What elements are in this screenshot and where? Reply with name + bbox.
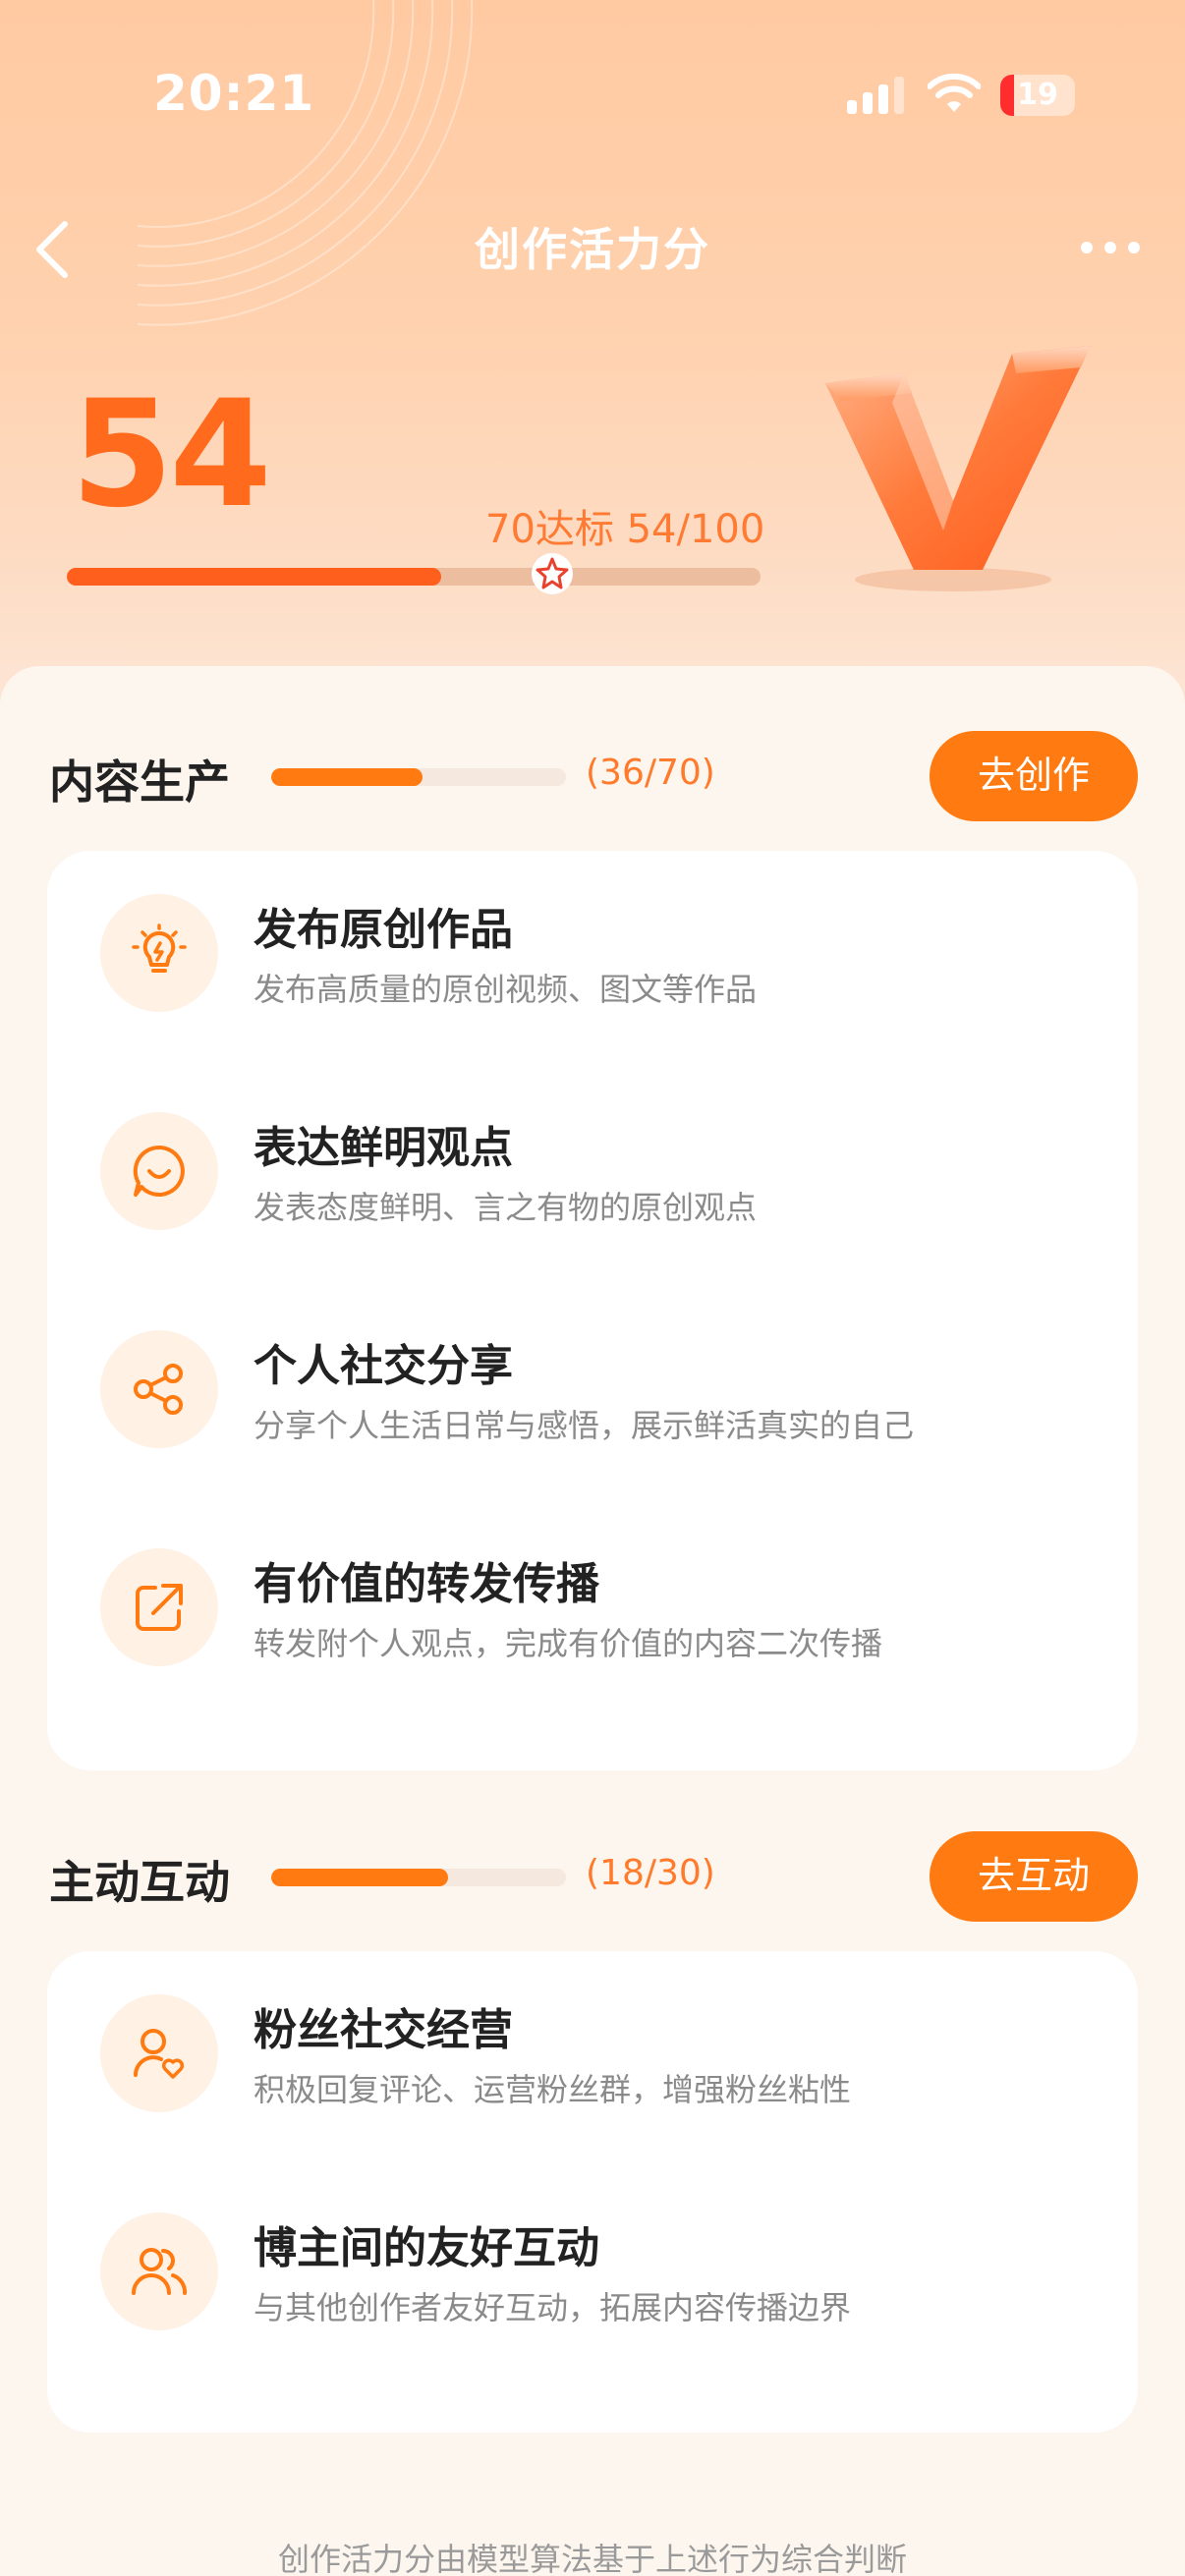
section-title: 内容生产 [49,756,230,809]
status-bar: 20:21 19 [0,0,1185,196]
section-progress-fill [271,1869,448,1886]
page-title: 创作活力分 [475,223,710,276]
score-progress-fill [67,568,442,586]
share-icon [100,1330,218,1448]
vitality-score: 54 [71,369,272,540]
item-description: 与其他创作者友好互动，拓展内容传播边界 [254,2289,852,2326]
forward-icon [100,1548,218,1666]
item-title: 有价值的转发传播 [254,1559,599,1609]
status-time: 20:21 [153,65,315,122]
list-item: 个人社交分享 分享个人生活日常与感悟，展示鲜活真实的自己 [47,1287,1138,1484]
item-title: 表达鲜明观点 [254,1123,513,1173]
smile-chat-icon [100,1112,218,1230]
section-header-content-production: 内容生产 (36/70) 去创作 [0,727,1185,825]
footer-note: 创作活力分由模型算法基于上述行为综合判断 [277,2541,907,2576]
user-heart-icon [100,1994,218,2112]
users-icon [100,2212,218,2330]
active-interaction-card: 粉丝社交经营 积极回复评论、运营粉丝群，增强粉丝粘性 博主间的友好互动 与其他创… [47,1951,1138,2433]
cellular-signal-icon [847,77,904,114]
section-title: 主动互动 [49,1856,230,1909]
battery-indicator: 19 [1000,75,1075,116]
item-description: 发表态度鲜明、言之有物的原创观点 [254,1189,758,1226]
list-item: 发布原创作品 发布高质量的原创视频、图文等作品 [47,851,1138,1047]
score-progress-bar [67,568,761,586]
list-item: 粉丝社交经营 积极回复评论、运营粉丝群，增强粉丝粘性 [47,1951,1138,2148]
lightbulb-icon [100,894,218,1012]
item-title: 个人社交分享 [254,1341,513,1391]
item-description: 分享个人生活日常与感悟，展示鲜活真实的自己 [254,1407,915,1444]
item-title: 粉丝社交经营 [254,2005,513,2055]
goal-star-icon [532,553,574,594]
go-interact-button[interactable]: 去互动 [930,1831,1138,1922]
go-create-button[interactable]: 去创作 [930,731,1138,821]
item-description: 转发附个人观点，完成有价值的内容二次传播 [254,1625,883,1662]
item-title: 博主间的友好互动 [254,2223,599,2273]
list-item: 有价值的转发传播 转发附个人观点，完成有价值的内容二次传播 [47,1505,1138,1702]
section-count: (36/70) [586,753,715,793]
item-description: 积极回复评论、运营粉丝群，增强粉丝粘性 [254,2071,852,2108]
section-header-active-interaction: 主动互动 (18/30) 去互动 [0,1827,1185,1926]
wifi-icon [928,73,981,112]
v-badge-icon [825,346,1091,591]
battery-percent: 19 [1017,78,1058,112]
hero-header: 20:21 19 创作活力分 54 70达标 54/100 [0,0,1185,707]
item-description: 发布高质量的原创视频、图文等作品 [254,971,758,1008]
section-progress-bar [271,768,566,786]
more-options-icon[interactable] [1079,232,1142,263]
list-item: 表达鲜明观点 发表态度鲜明、言之有物的原创观点 [47,1069,1138,1265]
section-progress-bar [271,1869,566,1886]
item-title: 发布原创作品 [254,905,513,955]
section-progress-fill [271,768,423,786]
section-count: (18/30) [586,1853,715,1893]
list-item: 博主间的友好互动 与其他创作者友好互动，拓展内容传播边界 [47,2169,1138,2366]
score-goal-text: 70达标 54/100 [485,507,765,552]
content-production-card: 发布原创作品 发布高质量的原创视频、图文等作品 表达鲜明观点 发表态度鲜明、言之… [47,851,1138,1770]
